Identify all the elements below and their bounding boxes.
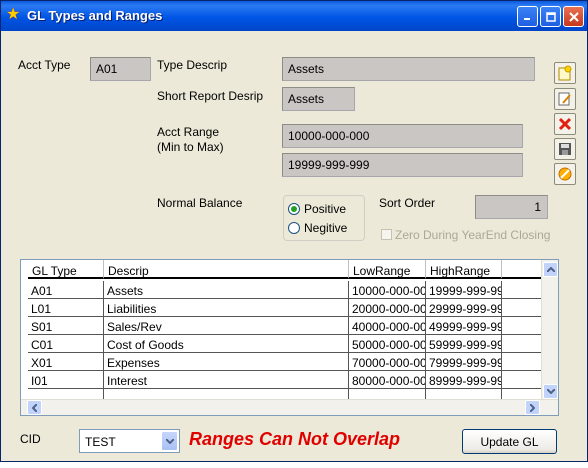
short-report-label: Short Report Desrip xyxy=(157,89,264,103)
minimize-icon xyxy=(524,18,530,20)
normal-balance-label: Normal Balance xyxy=(157,196,243,210)
short-report-field[interactable]: Assets xyxy=(282,87,355,111)
chevron-up-icon xyxy=(546,267,555,272)
table-row[interactable]: L01 Liabilities 20000-000-000 29999-999-… xyxy=(28,299,542,317)
cell-lowrange: 80000-000-000 xyxy=(349,371,426,389)
delete-icon xyxy=(558,117,572,131)
cid-select-value: TEST xyxy=(85,435,116,449)
table-row[interactable]: I01 Interest 80000-000-000 89999-999-999 xyxy=(28,371,542,389)
cell-descrip: Interest xyxy=(104,371,349,389)
save-disk-icon xyxy=(559,143,571,155)
scroll-down-button[interactable] xyxy=(543,384,558,399)
cell-gl-type: I01 xyxy=(28,371,104,389)
chevron-down-icon xyxy=(546,389,555,394)
close-button[interactable] xyxy=(563,6,584,27)
edit-icon xyxy=(558,92,571,106)
cell-descrip: Sales/Rev xyxy=(104,317,349,335)
column-header-lowrange[interactable]: LowRange xyxy=(349,260,426,279)
chevron-left-icon xyxy=(32,403,37,412)
gl-types-window: ★ GL Types and Ranges Acct Type A01 Type… xyxy=(0,0,588,462)
acct-type-label: Acct Type xyxy=(18,58,71,72)
radio-negitive[interactable] xyxy=(288,222,300,234)
cell-lowrange: 40000-000-000 xyxy=(349,317,426,335)
scroll-left-button[interactable] xyxy=(27,400,42,415)
edit-record-button[interactable] xyxy=(554,88,576,110)
cell-blank xyxy=(502,281,542,299)
scroll-up-button[interactable] xyxy=(543,262,558,277)
scroll-right-button[interactable] xyxy=(525,400,540,415)
maximize-button[interactable] xyxy=(540,6,561,27)
cell-highrange: 49999-999-999 xyxy=(426,317,502,335)
cell-blank xyxy=(502,317,542,335)
cell-gl-type: S01 xyxy=(28,317,104,335)
table-row[interactable]: A01 Assets 10000-000-000 19999-999-999 xyxy=(28,281,542,299)
normal-balance-radio-group: Positive Negitive xyxy=(283,195,365,241)
column-header-descrip[interactable]: Descrip xyxy=(104,260,349,279)
cell-descrip: Cost of Goods xyxy=(104,335,349,353)
cid-label: CID xyxy=(20,432,41,446)
cid-select[interactable]: TEST xyxy=(79,429,180,453)
title-bar[interactable]: ★ GL Types and Ranges xyxy=(1,1,587,31)
app-star-icon: ★ xyxy=(6,6,21,23)
radio-negitive-label[interactable]: Negitive xyxy=(304,221,347,235)
cell-lowrange: 50000-000-000 xyxy=(349,335,426,353)
minimize-button[interactable] xyxy=(517,6,538,27)
cell-lowrange: 20000-000-000 xyxy=(349,299,426,317)
cell-blank xyxy=(502,335,542,353)
column-header-highrange[interactable]: HighRange xyxy=(426,260,502,279)
cell-highrange: 59999-999-999 xyxy=(426,335,502,353)
cell-highrange: 79999-999-999 xyxy=(426,353,502,371)
cid-dropdown-button[interactable] xyxy=(161,431,178,451)
radio-positive[interactable] xyxy=(288,203,300,215)
table-row[interactable]: C01 Cost of Goods 50000-000-000 59999-99… xyxy=(28,335,542,353)
column-header-blank xyxy=(502,260,542,279)
cell-descrip: Assets xyxy=(104,281,349,299)
cell-lowrange: 10000-000-000 xyxy=(349,281,426,299)
window-title: GL Types and Ranges xyxy=(27,8,163,23)
cell-gl-type: A01 xyxy=(28,281,104,299)
cell-highrange: 29999-999-999 xyxy=(426,299,502,317)
zero-closing-label: Zero During YearEnd Closing xyxy=(395,228,551,242)
maximize-icon xyxy=(545,11,556,22)
chevron-right-icon xyxy=(530,403,535,412)
gl-types-grid: GL Type Descrip LowRange HighRange A01 A… xyxy=(20,259,559,416)
overlap-warning: Ranges Can Not Overlap xyxy=(189,429,401,449)
cell-blank xyxy=(502,353,542,371)
acct-range-sublabel: (Min to Max) xyxy=(157,140,224,154)
vertical-scrollbar[interactable] xyxy=(541,260,558,399)
range-max-field[interactable]: 19999-999-999 xyxy=(282,153,523,177)
close-icon xyxy=(568,11,579,22)
cell-blank xyxy=(502,371,542,389)
table-row[interactable]: X01 Expenses 70000-000-000 79999-999-999 xyxy=(28,353,542,371)
cell-gl-type: C01 xyxy=(28,335,104,353)
chevron-down-icon xyxy=(165,438,174,444)
range-min-field[interactable]: 10000-000-000 xyxy=(282,124,523,148)
zero-closing-checkbox[interactable] xyxy=(381,229,392,240)
update-gl-button[interactable]: Update GL xyxy=(462,429,557,454)
horizontal-scrollbar[interactable] xyxy=(21,399,558,415)
sort-order-label: Sort Order xyxy=(379,196,436,210)
column-header-gl-type[interactable]: GL Type xyxy=(28,260,104,279)
type-descrip-field[interactable]: Assets xyxy=(282,57,535,81)
new-record-button[interactable] xyxy=(554,62,576,84)
cancel-icon xyxy=(558,167,572,181)
save-record-button[interactable] xyxy=(554,138,576,160)
delete-record-button[interactable] xyxy=(554,113,576,135)
cell-highrange: 19999-999-999 xyxy=(426,281,502,299)
cancel-record-button[interactable] xyxy=(554,163,576,185)
acct-range-label: Acct Range xyxy=(157,125,220,139)
type-descrip-label: Type Descrip xyxy=(157,58,228,72)
new-record-icon xyxy=(558,65,572,81)
cell-highrange: 89999-999-999 xyxy=(426,371,502,389)
sort-order-field[interactable]: 1 xyxy=(475,195,548,219)
cell-gl-type: X01 xyxy=(28,353,104,371)
cell-blank xyxy=(502,299,542,317)
table-row[interactable]: S01 Sales/Rev 40000-000-000 49999-999-99… xyxy=(28,317,542,335)
cell-lowrange: 70000-000-000 xyxy=(349,353,426,371)
cell-gl-type: L01 xyxy=(28,299,104,317)
cell-descrip: Liabilities xyxy=(104,299,349,317)
acct-type-field[interactable]: A01 xyxy=(90,57,151,81)
cell-descrip: Expenses xyxy=(104,353,349,371)
radio-positive-label[interactable]: Positive xyxy=(304,202,346,216)
